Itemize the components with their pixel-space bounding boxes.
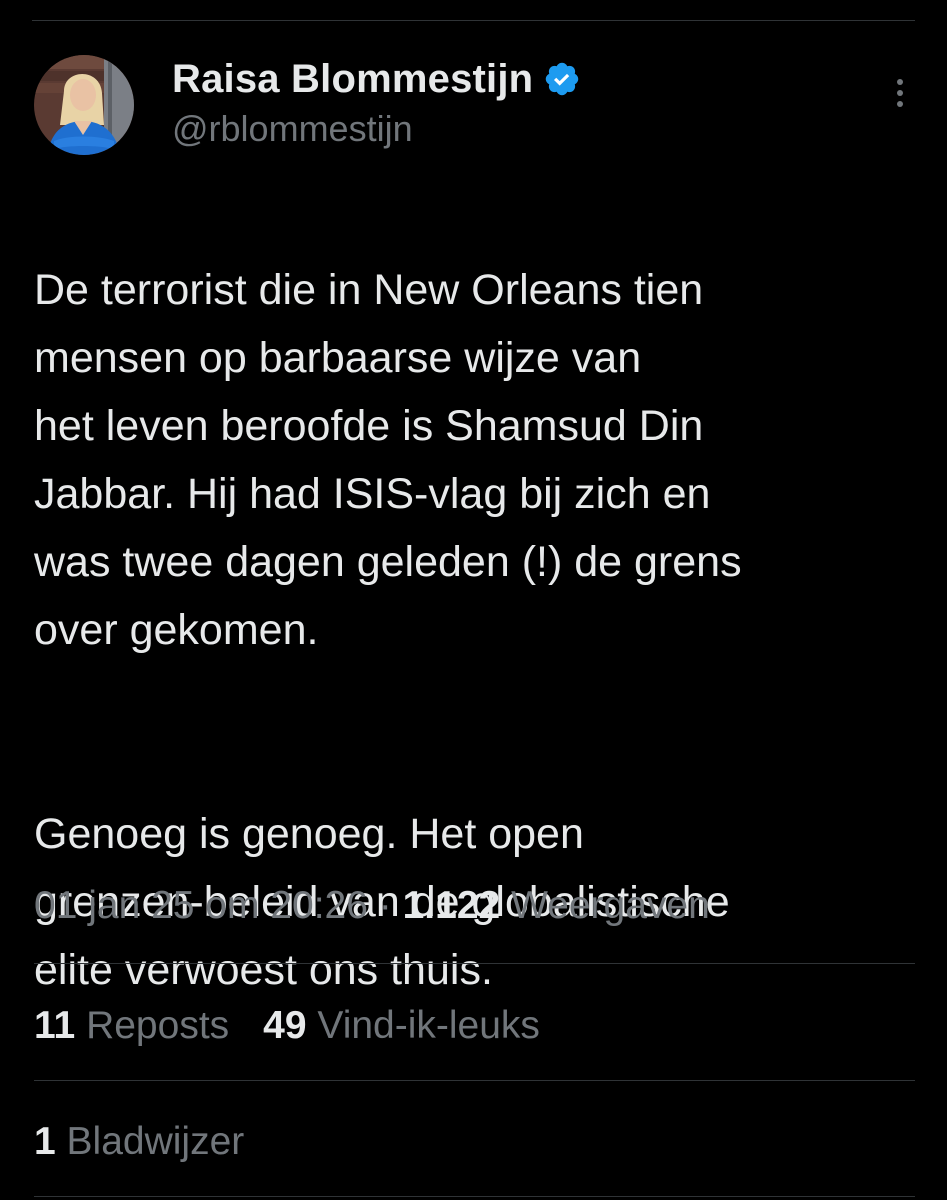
author-display-name[interactable]: Raisa Blommestijn [172, 57, 533, 101]
verified-badge-icon [543, 60, 581, 98]
likes-stat[interactable]: 49 Vind-ik-leuks [263, 998, 540, 1054]
divider [34, 1196, 915, 1197]
reposts-count: 11 [34, 1004, 76, 1047]
author-handle[interactable]: @rblommestijn [172, 109, 581, 149]
bookmarks-count: 1 [34, 1120, 56, 1163]
tweet-body: De terrorist die in New Orleans tien men… [34, 188, 914, 1072]
bookmarks-stat[interactable]: 1 Bladwijzer [34, 1114, 244, 1170]
more-options-icon[interactable] [893, 79, 907, 113]
views-count: 1.122 [402, 884, 501, 927]
reposts-stat[interactable]: 11 Reposts [34, 998, 229, 1054]
divider [34, 1080, 915, 1081]
tweet-header: Raisa Blommestijn @rblommestijn [34, 55, 915, 165]
tweet-paragraph: De terrorist die in New Orleans tien men… [34, 266, 742, 654]
tweet-meta: 01 jan 25 om 20:26 · 1.122 Weergaven [34, 878, 710, 934]
engagement-stats: 11 Reposts 49 Vind-ik-leuks [34, 998, 540, 1054]
divider [34, 963, 915, 964]
avatar-image [34, 55, 134, 155]
meta-separator: · [378, 884, 392, 927]
likes-label: Vind-ik-leuks [317, 1004, 540, 1047]
top-divider [32, 20, 915, 21]
likes-count: 49 [263, 1004, 307, 1047]
views-label: Weergaven [511, 884, 710, 927]
bookmarks-label: Bladwijzer [66, 1120, 245, 1163]
tweet-timestamp[interactable]: 01 jan 25 om 20:26 [34, 884, 368, 927]
author-info: Raisa Blommestijn @rblommestijn [172, 57, 581, 149]
avatar[interactable] [34, 55, 134, 155]
name-row: Raisa Blommestijn [172, 57, 581, 101]
reposts-label: Reposts [86, 1004, 230, 1047]
